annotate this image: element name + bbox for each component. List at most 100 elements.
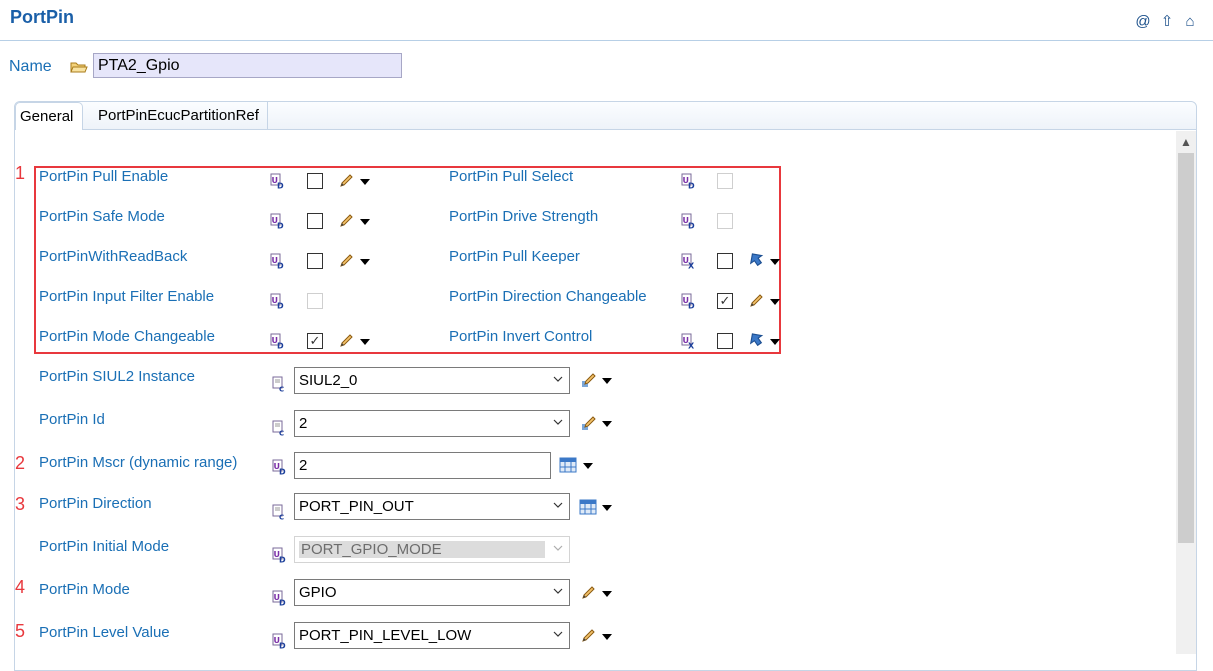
checkbox-with-readback[interactable]	[307, 253, 323, 269]
ud-config-icon	[270, 293, 286, 309]
label-input-filter-enable: PortPin Input Filter Enable	[39, 288, 215, 305]
ux-config-icon	[681, 253, 697, 269]
checkbox-mode-changeable[interactable]: ✓	[307, 333, 323, 349]
pencil-icon[interactable]	[580, 372, 596, 388]
chevron-down-icon	[553, 541, 563, 555]
ud-config-icon	[270, 173, 286, 189]
marker-4: 4	[15, 577, 26, 597]
id-select[interactable]: 2	[294, 410, 570, 437]
pencil-icon[interactable]	[338, 333, 354, 349]
link-arrow-icon[interactable]	[747, 332, 765, 350]
marker-5: 5	[15, 621, 26, 641]
ud-config-icon	[270, 333, 286, 349]
label-mode: PortPin Mode	[39, 581, 130, 598]
label-mode-changeable: PortPin Mode Changeable	[39, 328, 215, 345]
dropdown-arrow-icon[interactable]	[602, 591, 612, 597]
initial-mode-value: PORT_GPIO_MODE	[299, 541, 545, 558]
pencil-icon[interactable]	[580, 628, 596, 644]
dropdown-arrow-icon[interactable]	[360, 219, 370, 225]
ud-config-icon	[270, 213, 286, 229]
siul2-instance-select[interactable]: SIUL2_0	[294, 367, 570, 394]
ux-config-icon	[681, 333, 697, 349]
ud-config-icon	[681, 173, 697, 189]
dropdown-arrow-icon[interactable]	[602, 634, 612, 640]
tab-portpin-ecuc-partition-ref[interactable]: PortPinEcucPartitionRef	[90, 102, 268, 129]
level-value-select[interactable]: PORT_PIN_LEVEL_LOW	[294, 622, 570, 649]
pencil-icon[interactable]	[338, 173, 354, 189]
checkbox-drive-strength	[717, 213, 733, 229]
id-value: 2	[299, 415, 308, 432]
checkbox-pull-enable[interactable]	[307, 173, 323, 189]
uc-config-icon	[272, 420, 288, 436]
uc-config-icon	[272, 376, 288, 392]
title-divider	[0, 40, 1213, 41]
dropdown-arrow-icon[interactable]	[360, 179, 370, 185]
label-with-readback: PortPinWithReadBack	[39, 248, 188, 265]
dropdown-arrow-icon[interactable]	[602, 505, 612, 511]
label-siul2-instance: PortPin SIUL2 Instance	[39, 368, 195, 385]
checkbox-safe-mode[interactable]	[307, 213, 323, 229]
ud-config-icon	[272, 459, 288, 475]
label-invert-control: PortPin Invert Control	[449, 328, 593, 345]
pencil-icon[interactable]	[748, 293, 764, 309]
label-level-value: PortPin Level Value	[39, 624, 170, 641]
chevron-down-icon	[553, 498, 563, 512]
checkbox-invert-control[interactable]	[717, 333, 733, 349]
page-title: PortPin	[10, 7, 75, 27]
siul2-instance-value: SIUL2_0	[299, 372, 358, 389]
scrollbar-thumb[interactable]	[1178, 153, 1194, 543]
pencil-icon[interactable]	[580, 585, 596, 601]
dropdown-arrow-icon[interactable]	[770, 299, 780, 305]
pencil-icon[interactable]	[580, 415, 596, 431]
ud-config-icon	[272, 590, 288, 606]
checkbox-pull-keeper[interactable]	[717, 253, 733, 269]
folder-icon	[70, 62, 88, 73]
uc-config-icon	[272, 504, 288, 520]
ud-config-icon	[681, 293, 697, 309]
dropdown-arrow-icon[interactable]	[602, 421, 612, 427]
mscr-input[interactable]: 2	[294, 452, 551, 479]
name-field[interactable]: PTA2_Gpio	[93, 53, 402, 78]
direction-select[interactable]: PORT_PIN_OUT	[294, 493, 570, 520]
checkbox-input-filter-enable	[307, 293, 323, 309]
label-id: PortPin Id	[39, 411, 105, 428]
pencil-icon[interactable]	[338, 213, 354, 229]
checkbox-pull-select	[717, 173, 733, 189]
up-arrow-icon[interactable]: ⇧	[1158, 13, 1176, 31]
tab-general[interactable]: General	[15, 102, 83, 130]
label-drive-strength: PortPin Drive Strength	[449, 208, 599, 225]
label-pull-keeper: PortPin Pull Keeper	[449, 248, 580, 265]
pencil-icon[interactable]	[338, 253, 354, 269]
ud-config-icon	[272, 547, 288, 563]
initial-mode-select: PORT_GPIO_MODE	[294, 536, 570, 563]
mode-value: GPIO	[299, 584, 337, 601]
link-arrow-icon[interactable]	[747, 252, 765, 270]
level-value-value: PORT_PIN_LEVEL_LOW	[299, 627, 472, 644]
chevron-down-icon	[553, 627, 563, 641]
label-pull-enable: PortPin Pull Enable	[39, 168, 169, 185]
name-label: Name	[9, 58, 52, 75]
dropdown-arrow-icon[interactable]	[360, 339, 370, 345]
direction-value: PORT_PIN_OUT	[299, 498, 414, 515]
dropdown-arrow-icon[interactable]	[770, 259, 780, 265]
mode-select[interactable]: GPIO	[294, 579, 570, 606]
chevron-down-icon	[553, 372, 563, 386]
checkbox-direction-changeable[interactable]: ✓	[717, 293, 733, 309]
calculator-icon[interactable]	[579, 499, 597, 515]
label-direction: PortPin Direction	[39, 495, 152, 512]
at-icon[interactable]: @	[1134, 13, 1152, 31]
scroll-up-arrow-icon[interactable]: ▲	[1176, 132, 1196, 152]
dropdown-arrow-icon[interactable]	[770, 339, 780, 345]
dropdown-arrow-icon[interactable]	[360, 259, 370, 265]
label-direction-changeable: PortPin Direction Changeable	[449, 288, 647, 305]
chevron-down-icon	[553, 415, 563, 429]
home-icon[interactable]: ⌂	[1181, 13, 1199, 31]
tab-divider	[83, 129, 1196, 130]
dropdown-arrow-icon[interactable]	[583, 463, 593, 469]
dropdown-arrow-icon[interactable]	[602, 378, 612, 384]
ud-config-icon	[270, 253, 286, 269]
calculator-icon[interactable]	[559, 457, 577, 473]
chevron-down-icon	[553, 584, 563, 598]
ud-config-icon	[272, 633, 288, 649]
marker-1: 1	[15, 163, 26, 183]
